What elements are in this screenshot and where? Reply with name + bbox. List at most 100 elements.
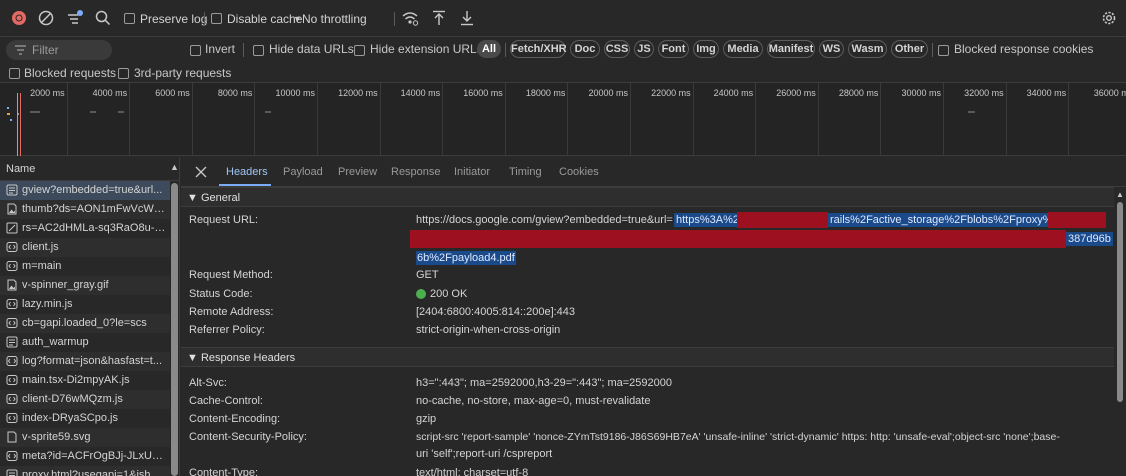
tab-payload[interactable]: Payload [283,166,323,178]
third-party-requests-checkbox[interactable] [118,68,129,79]
type-filter-media[interactable]: Media [723,40,763,58]
type-filter-fetch-xhr[interactable]: Fetch/XHR [510,40,567,58]
filter-placeholder: Filter [32,43,59,57]
request-row[interactable]: client.js [0,238,170,257]
filter-input[interactable]: Filter [6,40,112,60]
type-filter-other[interactable]: Other [891,40,928,58]
blocked-response-cookies-checkbox[interactable] [938,45,949,56]
close-icon[interactable] [195,166,207,178]
request-row[interactable]: index-DRyaSCpo.js [0,409,170,428]
status-code-label: Status Code: [189,288,253,300]
request-row[interactable]: cb=gapi.loaded_0?le=scs [0,314,170,333]
request-list-scrollbar[interactable] [171,183,178,476]
general-section-title: ▼ General [187,192,241,204]
timeline-activity-bar [7,113,10,115]
tab-response[interactable]: Response [391,166,441,178]
search-icon[interactable] [94,9,112,27]
request-name: client.js [22,241,59,253]
tab-cookies[interactable]: Cookies [559,166,599,178]
hide-extension-urls-checkbox[interactable] [354,45,365,56]
record-stop-icon[interactable] [10,9,28,27]
timeline-tick-label: 4000 ms [92,88,128,98]
scroll-up-icon[interactable]: ▲ [1116,190,1124,199]
request-row[interactable]: thumb?ds=AON1mFwVcWn... [0,200,170,219]
timeline-tick-label: 10000 ms [275,88,315,98]
timeline-activity-bar [968,111,975,113]
request-row[interactable]: m=main [0,257,170,276]
request-row[interactable]: main.tsx-Di2mpyAK.js [0,371,170,390]
disable-cache-checkbox[interactable] [211,13,222,24]
request-name: log?format=json&hasfast=t... [22,355,163,367]
request-row[interactable]: log?format=json&hasfast=t... [0,352,170,371]
filter-divider [243,43,244,57]
type-filter-doc[interactable]: Doc [570,40,600,58]
type-filter-img[interactable]: Img [693,40,719,58]
timeline-activity-bar [18,113,19,115]
throttling-select[interactable]: No throttling [302,12,367,26]
preserve-log-checkbox[interactable] [124,13,135,24]
response-headers-section-header[interactable]: ▼ Response Headers [181,347,1114,367]
redaction-block [1048,212,1106,228]
export-har-icon[interactable] [458,9,476,27]
request-url-selected-part: https%3A%2 [674,213,741,227]
request-row[interactable]: rs=AC2dHMLa-sq3RaO8u-a... [0,219,170,238]
request-row[interactable]: client-D76wMQzm.js [0,390,170,409]
response-header-value-continued: uri 'self';report-uri /cspreport [416,448,553,460]
timeline-overview[interactable]: 2000 ms 4000 ms 6000 ms 8000 ms 10000 ms 1200… [0,83,1126,156]
settings-icon[interactable] [1100,9,1118,27]
response-header-value: gzip [416,413,437,425]
sort-ascending-icon: ▲ [170,162,179,172]
script-icon [6,394,18,404]
type-filter-js[interactable]: JS [634,40,654,58]
type-filter-ws[interactable]: WS [819,40,844,58]
type-filter-wasm[interactable]: Wasm [848,40,887,58]
request-row[interactable]: proxy.html?usegapi=1&jsh... [0,466,170,476]
filter-divider [505,43,506,57]
toolbar-divider [204,12,205,26]
request-row[interactable]: meta?id=ACFrOgBJj-JLxUGB... [0,447,170,466]
clear-icon[interactable] [37,9,55,27]
tab-timing[interactable]: Timing [509,166,542,178]
timeline-tick-label: 26000 ms [776,88,816,98]
request-row[interactable]: v-sprite59.svg [0,428,170,447]
timeline-tick-label: 2000 ms [30,88,65,98]
blocked-response-cookies-label: Blocked response cookies [954,42,1094,56]
request-row[interactable]: lazy.min.js [0,295,170,314]
general-section-header[interactable]: ▼ General [181,187,1114,207]
timeline-tick-label: 36000 m [1093,88,1126,98]
type-filter-css[interactable]: CSS [604,40,630,58]
tab-headers[interactable]: Headers [226,166,268,178]
request-row[interactable]: v-spinner_gray.gif [0,276,170,295]
stylesheet-icon [6,222,18,234]
tab-preview[interactable]: Preview [338,166,377,178]
timeline-activity-bar [265,111,271,113]
throttling-dropdown-arrow: ▼ [293,14,302,24]
request-row[interactable]: auth_warmup [0,333,170,352]
response-header-value: script-src 'report-sample' 'nonce-ZYmTst… [416,431,1060,443]
referrer-policy-value: strict-origin-when-cross-origin [416,324,561,336]
type-filter-all[interactable]: All [477,40,501,58]
type-filter-manifest[interactable]: Manifest [767,40,815,58]
document-icon [6,184,18,196]
filter-settings-icon[interactable] [66,9,84,27]
fetch-icon [6,451,18,461]
request-name: cb=gapi.loaded_0?le=scs [22,317,147,329]
import-har-icon[interactable] [430,9,448,27]
tab-initiator[interactable]: Initiator [454,166,490,178]
hide-data-urls-checkbox[interactable] [253,45,264,56]
blocked-requests-checkbox[interactable] [9,68,20,79]
details-scrollbar[interactable] [1117,202,1123,402]
disable-cache-label: Disable cache [227,12,303,26]
network-conditions-icon[interactable] [401,9,419,27]
type-filter-font[interactable]: Font [658,40,689,58]
script-icon [6,375,18,385]
request-row[interactable]: gview?embedded=true&url... [0,181,170,200]
invert-checkbox[interactable] [190,45,201,56]
request-name: index-DRyaSCpo.js [22,412,118,424]
timeline-tick-label: 12000 ms [338,88,378,98]
name-column-header[interactable]: Name ▲ [0,157,180,181]
request-name: thumb?ds=AON1mFwVcWn... [22,203,168,215]
script-icon [6,413,18,423]
timeline-tick-label: 18000 ms [525,88,566,98]
document-icon [6,336,18,348]
